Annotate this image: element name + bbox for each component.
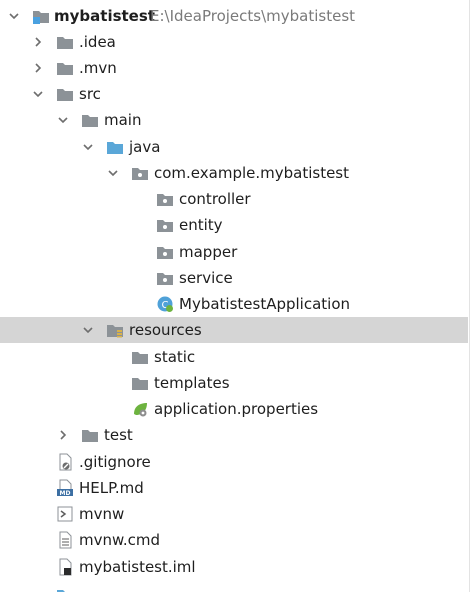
tree-node-resources[interactable]: resources	[0, 317, 468, 343]
tree-node-service[interactable]: service	[0, 265, 468, 291]
project-name: mybatistest	[54, 7, 155, 25]
source-folder-icon	[106, 138, 124, 156]
spring-class-icon	[156, 295, 174, 313]
tree-node-label: java	[129, 138, 161, 156]
tree-node-templates[interactable]: templates	[0, 370, 468, 396]
tree-node-entity[interactable]: entity	[0, 212, 468, 238]
tree-node-package[interactable]: com.example.mybatistest	[0, 160, 468, 186]
tree-node-test[interactable]: test	[0, 422, 468, 448]
gitignore-file-icon	[56, 453, 74, 471]
shell-file-icon	[56, 505, 74, 523]
tree-node-label: templates	[154, 374, 230, 392]
folder-icon	[81, 111, 99, 129]
chevron-down-icon[interactable]	[8, 10, 20, 22]
tree-node-mapper[interactable]: mapper	[0, 239, 468, 265]
tree-node-main[interactable]: main	[0, 107, 468, 133]
tree-node-label: mapper	[179, 243, 238, 261]
tree-node-static[interactable]: static	[0, 344, 468, 370]
tree-node-label: MybatistestApplication	[179, 295, 351, 313]
tree-node-label: entity	[179, 216, 223, 234]
tree-node-java[interactable]: java	[0, 134, 468, 160]
tree-node-application-properties[interactable]: application.properties	[0, 396, 468, 422]
package-folder-icon	[156, 243, 174, 261]
package-folder-icon	[156, 216, 174, 234]
module-folder-icon	[32, 7, 50, 25]
tree-node-label: HELP.md	[79, 479, 144, 497]
folder-icon	[131, 374, 149, 392]
tree-node-gitignore[interactable]: .gitignore	[0, 449, 468, 475]
package-folder-icon	[156, 190, 174, 208]
tree-node-label: resources	[129, 321, 202, 339]
folder-icon	[56, 59, 74, 77]
package-folder-icon	[131, 164, 149, 182]
tree-node-partial	[0, 584, 468, 592]
tree-node-project-root[interactable]: mybatistest E:\IdeaProjects\mybatistest	[0, 3, 468, 29]
folder-icon	[56, 33, 74, 51]
tree-node-label: com.example.mybatistest	[154, 164, 350, 182]
tree-node-label: .gitignore	[79, 453, 151, 471]
project-tree: mybatistest E:\IdeaProjects\mybatistest …	[0, 0, 473, 592]
panel-border	[469, 0, 470, 592]
file-icon	[56, 586, 74, 592]
tree-node-iml[interactable]: mybatistest.iml	[0, 554, 468, 580]
folder-icon	[56, 85, 74, 103]
chevron-down-icon[interactable]	[82, 324, 94, 336]
tree-node-label: .idea	[79, 33, 116, 51]
tree-node-label: mybatistest.iml	[79, 558, 196, 576]
tree-node-label: mvnw	[79, 505, 125, 523]
tree-node-help-md[interactable]: HELP.md	[0, 475, 468, 501]
project-path: E:\IdeaProjects\mybatistest	[150, 7, 356, 25]
text-file-icon	[56, 531, 74, 549]
tree-node-mvn[interactable]: .mvn	[0, 55, 468, 81]
chevron-right-icon[interactable]	[32, 62, 44, 74]
tree-node-label: main	[104, 111, 142, 129]
tree-node-label: .mvn	[79, 59, 117, 77]
chevron-right-icon[interactable]	[32, 36, 44, 48]
tree-node-controller[interactable]: controller	[0, 186, 468, 212]
tree-node-idea[interactable]: .idea	[0, 29, 468, 55]
chevron-down-icon[interactable]	[32, 88, 44, 100]
resources-folder-icon	[106, 321, 124, 339]
tree-node-application-class[interactable]: MybatistestApplication	[0, 291, 468, 317]
tree-node-label: application.properties	[154, 400, 319, 418]
tree-node-mvnw-cmd[interactable]: mvnw.cmd	[0, 527, 468, 553]
folder-icon	[131, 348, 149, 366]
tree-node-label: controller	[179, 190, 251, 208]
tree-node-label: service	[179, 269, 233, 287]
tree-node-label: test	[104, 426, 133, 444]
package-folder-icon	[156, 269, 174, 287]
markdown-file-icon	[56, 479, 74, 497]
tree-node-label: mvnw.cmd	[79, 531, 161, 549]
tree-node-label: src	[79, 85, 101, 103]
chevron-down-icon[interactable]	[82, 141, 94, 153]
chevron-right-icon[interactable]	[57, 429, 69, 441]
tree-node-src[interactable]: src	[0, 81, 468, 107]
iml-file-icon	[56, 558, 74, 576]
tree-node-label: static	[154, 348, 196, 366]
spring-properties-icon	[131, 400, 149, 418]
tree-node-mvnw[interactable]: mvnw	[0, 501, 468, 527]
chevron-down-icon[interactable]	[107, 167, 119, 179]
chevron-down-icon[interactable]	[57, 114, 69, 126]
folder-icon	[81, 426, 99, 444]
